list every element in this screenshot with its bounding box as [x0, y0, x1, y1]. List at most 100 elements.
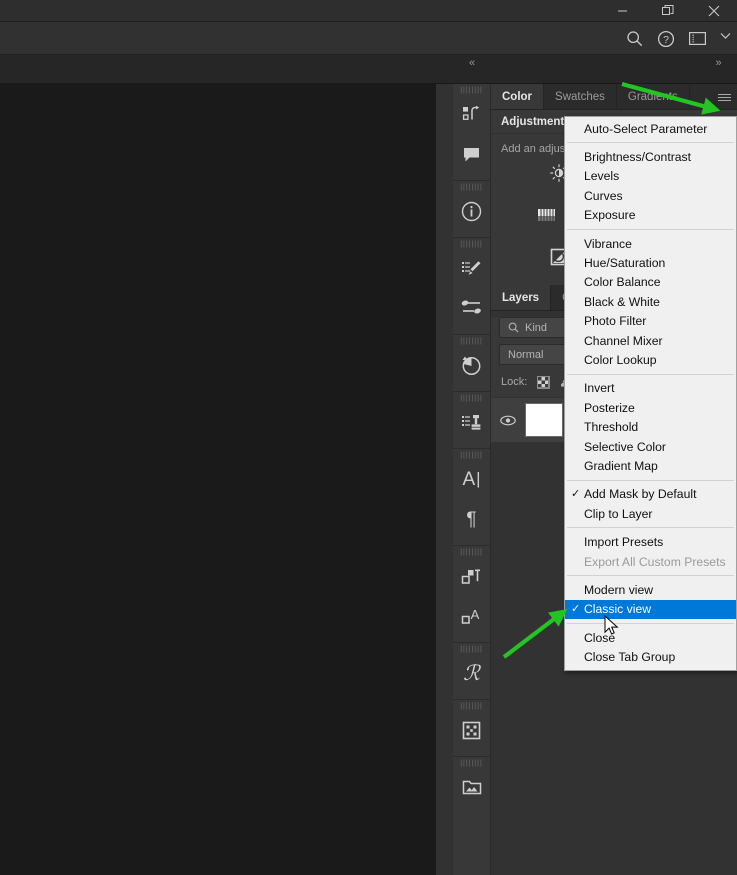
brush-settings-icon[interactable]: [453, 248, 490, 288]
paragraph-icon-glyph: ¶: [466, 508, 477, 530]
layer-thumbnail[interactable]: [525, 403, 563, 437]
rail-group-type: |||||||| A | ¶: [453, 449, 490, 546]
menu-item-exposure[interactable]: Exposure: [565, 206, 736, 225]
menu-item-label: Threshold: [584, 420, 639, 435]
rail-grip[interactable]: ||||||||: [453, 241, 490, 248]
patterns-icon[interactable]: [453, 710, 490, 750]
menu-item-close[interactable]: Close: [565, 628, 736, 647]
rail-grip[interactable]: ||||||||: [453, 395, 490, 402]
menu-item-label: Exposure: [584, 208, 636, 223]
menu-item-black-white[interactable]: Black & White: [565, 292, 736, 311]
rail-grip[interactable]: ||||||||: [453, 703, 490, 710]
rail-group-glyphs: |||||||| ℛ: [453, 643, 490, 700]
menu-item-vibrance[interactable]: Vibrance: [565, 234, 736, 253]
character-icon-glyph: A: [462, 468, 476, 490]
rail-grip[interactable]: ||||||||: [453, 760, 490, 767]
tab-layers[interactable]: Layers: [491, 285, 552, 310]
paragraph-icon[interactable]: ¶: [453, 499, 490, 539]
rail-grip[interactable]: ||||||||: [453, 184, 490, 191]
adjustments-panel-context-menu[interactable]: Auto-Select Parameter Brightness/Contrast…: [564, 116, 737, 671]
menu-item-label: Color Lookup: [584, 352, 657, 367]
tab-layers-label: Layers: [502, 291, 540, 304]
comments-icon[interactable]: [453, 134, 490, 174]
search-icon[interactable]: [626, 30, 643, 47]
rail-group-styles: |||||||| A: [453, 546, 490, 643]
menu-item-label: Gradient Map: [584, 458, 658, 473]
menu-item-modern-view[interactable]: Modern view: [565, 580, 736, 599]
workspace-chevron-down-icon[interactable]: [720, 32, 731, 45]
menu-item-photo-filter[interactable]: Photo Filter: [565, 312, 736, 331]
rail-grip[interactable]: ||||||||: [453, 338, 490, 345]
minimize-button[interactable]: [599, 0, 645, 21]
menu-item-hue-saturation[interactable]: Hue/Saturation: [565, 253, 736, 272]
history-icon[interactable]: [453, 345, 490, 385]
lock-label: Lock:: [501, 376, 528, 388]
close-button[interactable]: [691, 0, 737, 21]
menu-item-curves[interactable]: Curves: [565, 186, 736, 205]
paragraph-styles-icon[interactable]: [453, 556, 490, 596]
menu-item-label: Channel Mixer: [584, 333, 663, 348]
layer-visibility-icon[interactable]: [499, 415, 517, 426]
menu-item-posterize[interactable]: Posterize: [565, 398, 736, 417]
menu-separator: [567, 622, 734, 624]
workspace-switcher-icon[interactable]: [689, 31, 706, 46]
menu-item-invert[interactable]: Invert: [565, 379, 736, 398]
menu-item-threshold[interactable]: Threshold: [565, 417, 736, 436]
glyphs-icon[interactable]: ℛ: [453, 653, 490, 693]
menu-item-classic-view[interactable]: ✓ Classic view: [565, 599, 736, 619]
tab-swatches[interactable]: Swatches: [544, 84, 617, 109]
menu-item-channel-mixer[interactable]: Channel Mixer: [565, 331, 736, 350]
svg-text:A: A: [471, 607, 480, 622]
dock-collapse-button[interactable]: »: [700, 55, 737, 84]
character-styles-icon[interactable]: A: [453, 596, 490, 636]
help-icon[interactable]: ?: [657, 30, 675, 48]
menu-item-label: Black & White: [584, 294, 660, 309]
lock-transparent-pixels-icon[interactable]: [537, 375, 551, 389]
search-icon: [508, 322, 519, 333]
menu-item-label: Curves: [584, 188, 623, 203]
info-icon[interactable]: [453, 191, 490, 231]
menu-item-export-all-custom-presets: Export All Custom Presets: [565, 552, 736, 571]
mouse-cursor: [604, 614, 619, 642]
menu-item-label: Selective Color: [584, 439, 666, 454]
menu-item-label: Brightness/Contrast: [584, 150, 692, 165]
glyphs-icon-glyph: ℛ: [463, 660, 480, 685]
rail-group-libraries: ||||||||: [453, 84, 490, 181]
menu-item-brightness-contrast[interactable]: Brightness/Contrast: [565, 147, 736, 166]
rail-collapse-button[interactable]: «: [453, 55, 491, 84]
color-panel-menu-icon[interactable]: [718, 84, 731, 110]
menu-separator: [567, 575, 734, 577]
menu-item-levels[interactable]: Levels: [565, 167, 736, 186]
tab-gradients[interactable]: Gradients: [616, 84, 690, 109]
menu-item-import-presets[interactable]: Import Presets: [565, 532, 736, 551]
libraries-icon[interactable]: [453, 94, 490, 134]
rail-grip[interactable]: ||||||||: [453, 549, 490, 556]
rail-grip[interactable]: ||||||||: [453, 646, 490, 653]
menu-item-color-lookup[interactable]: Color Lookup: [565, 350, 736, 369]
menu-item-label: Clip to Layer: [584, 506, 653, 521]
title-bar: [0, 0, 737, 22]
tab-swatches-label: Swatches: [555, 90, 605, 103]
menu-item-close-tab-group[interactable]: Close Tab Group: [565, 647, 736, 666]
adjustments-title-label: Adjustments: [501, 115, 571, 128]
clone-source-icon[interactable]: [453, 402, 490, 442]
menu-item-clip-to-layer[interactable]: Clip to Layer: [565, 504, 736, 523]
rail-grip[interactable]: ||||||||: [453, 87, 490, 94]
menu-item-label: Import Presets: [584, 535, 664, 550]
menu-item-selective-color[interactable]: Selective Color: [565, 437, 736, 456]
menu-item-auto-select-parameter[interactable]: Auto-Select Parameter: [565, 119, 736, 138]
levels-icon[interactable]: [537, 205, 557, 225]
character-icon[interactable]: A |: [453, 459, 490, 499]
menu-item-label: Invert: [584, 381, 615, 396]
menu-item-gradient-map[interactable]: Gradient Map: [565, 456, 736, 475]
shapes-icon[interactable]: [453, 767, 490, 807]
tab-color[interactable]: Color: [491, 84, 545, 109]
document-canvas[interactable]: [0, 84, 436, 875]
menu-item-add-mask-by-default[interactable]: ✓ Add Mask by Default: [565, 485, 736, 504]
menu-item-label: Levels: [584, 169, 620, 184]
restore-button[interactable]: [645, 0, 691, 21]
menu-item-label: Add Mask by Default: [584, 487, 697, 502]
menu-item-color-balance[interactable]: Color Balance: [565, 273, 736, 292]
rail-grip[interactable]: ||||||||: [453, 452, 490, 459]
brushes-icon[interactable]: [453, 288, 490, 328]
